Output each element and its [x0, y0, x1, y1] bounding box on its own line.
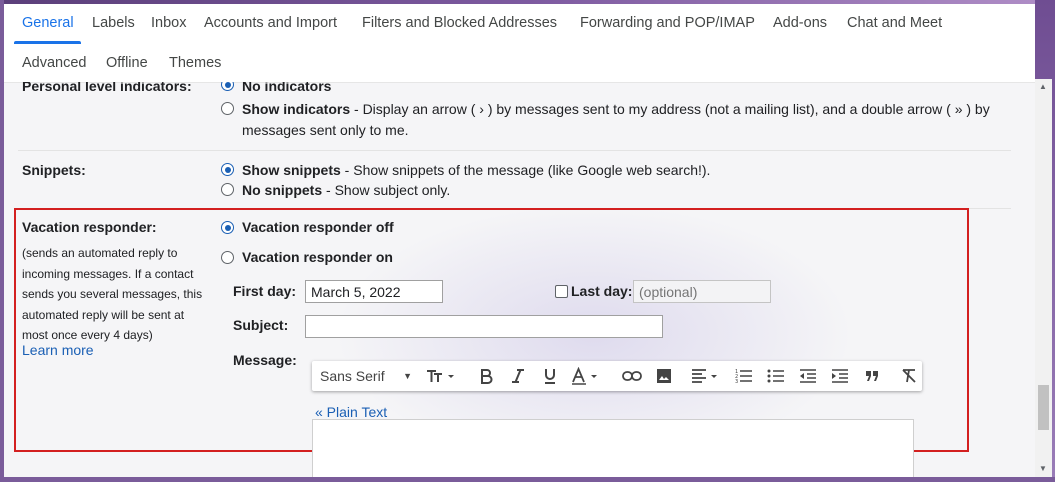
insert-image-button[interactable] [650, 361, 678, 391]
subject-label: Subject: [233, 317, 289, 333]
indent-more-button[interactable] [826, 361, 854, 391]
show-indicators-desc: - Display an arrow ( › ) by messages sen… [350, 101, 990, 117]
snippets-label: Snippets: [22, 162, 86, 178]
font-size-select[interactable] [422, 361, 460, 391]
underline-icon [545, 369, 555, 384]
settings-panel: General Labels Inbox Accounts and Import… [4, 4, 1035, 477]
message-label: Message: [233, 352, 297, 368]
underline-button[interactable] [536, 361, 564, 391]
no-indicators-label: No indicators [242, 82, 332, 94]
plain-text-link[interactable]: « Plain Text [315, 404, 387, 420]
tab-inbox[interactable]: Inbox [151, 15, 186, 31]
text-color-icon [572, 367, 597, 385]
font-family-select[interactable]: Sans Serif ▼ [316, 361, 418, 391]
tab-filters-and-blocked-addresses[interactable]: Filters and Blocked Addresses [362, 15, 557, 31]
show-indicators-desc-continued: messages sent only to me. [242, 122, 409, 138]
tab-general[interactable]: General [22, 15, 74, 31]
vacation-description-line: automated reply will be sent at [22, 307, 185, 322]
bulleted-list-button[interactable] [762, 361, 790, 391]
indent-less-icon [800, 369, 816, 383]
show-snippets-desc: - Show snippets of the message (like Goo… [340, 162, 711, 178]
message-editor[interactable] [312, 419, 914, 477]
numbered-list-button[interactable]: 123 [730, 361, 758, 391]
show-snippets-title: Show snippets [242, 162, 341, 178]
last-day-checkbox[interactable] [555, 285, 568, 298]
first-day-label: First day: [233, 283, 297, 299]
bold-button[interactable] [472, 361, 500, 391]
radio-show-indicators[interactable] [221, 102, 234, 115]
insert-link-button[interactable] [618, 361, 646, 391]
tab-themes[interactable]: Themes [169, 55, 221, 71]
tab-advanced[interactable]: Advanced [22, 55, 87, 71]
quote-button[interactable] [858, 361, 886, 391]
indent-more-icon [832, 369, 848, 383]
scroll-up-icon[interactable]: ▲ [1038, 82, 1048, 92]
tab-chat-and-meet[interactable]: Chat and Meet [847, 15, 942, 31]
align-left-icon [692, 369, 717, 383]
tab-forwarding-and-pop-imap[interactable]: Forwarding and POP/IMAP [580, 15, 755, 31]
dropdown-arrow-icon: ▼ [403, 371, 412, 381]
image-icon [657, 369, 671, 383]
learn-more-link[interactable]: Learn more [22, 342, 94, 358]
personal-level-label: Personal level indicators: [22, 82, 192, 94]
italic-icon [512, 369, 524, 383]
tab-add-ons[interactable]: Add-ons [773, 15, 827, 31]
vacation-description-line: incoming messages. If a contact [22, 266, 194, 281]
text-color-button[interactable] [568, 361, 604, 391]
indent-less-button[interactable] [794, 361, 822, 391]
bold-icon [481, 369, 493, 384]
tab-labels[interactable]: Labels [92, 15, 135, 31]
vacation-off-label: Vacation responder off [242, 219, 394, 235]
scrollbar-thumb[interactable] [1038, 385, 1049, 430]
no-snippets-text: No snippets - Show subject only. [242, 182, 450, 198]
formatting-toolbar: Sans Serif ▼ 123 [312, 361, 922, 391]
window-background-bottom [0, 477, 1055, 482]
section-divider [18, 150, 1011, 151]
last-day-input[interactable] [633, 280, 771, 303]
tab-accounts-and-import[interactable]: Accounts and Import [204, 15, 337, 31]
bulleted-list-icon [767, 369, 784, 383]
clear-formatting-icon [902, 369, 916, 383]
quote-icon [866, 371, 878, 381]
vacation-on-label: Vacation responder on [242, 249, 393, 265]
show-indicators-title: Show indicators [242, 101, 351, 117]
font-family-value: Sans Serif [320, 368, 385, 384]
no-snippets-title: No snippets [242, 182, 323, 198]
remove-formatting-button[interactable] [896, 361, 922, 391]
vacation-description-line: sends you several messages, this [22, 287, 203, 301]
radio-vacation-on[interactable] [221, 251, 234, 264]
svg-text:3: 3 [735, 379, 738, 384]
radio-no-indicators[interactable] [221, 82, 234, 91]
no-snippets-desc: - Show subject only. [322, 182, 451, 198]
show-snippets-text: Show snippets - Show snippets of the mes… [242, 162, 710, 178]
first-day-input[interactable] [305, 280, 443, 303]
active-tab-indicator [14, 41, 81, 44]
vacation-responder-description: (sends an automated reply to incoming me… [22, 243, 222, 346]
radio-vacation-off[interactable] [221, 221, 234, 234]
tab-offline[interactable]: Offline [106, 55, 148, 71]
radio-show-snippets[interactable] [221, 163, 234, 176]
vacation-description-line: (sends an automated reply to [22, 246, 178, 260]
text-size-icon [427, 370, 454, 382]
last-day-label: Last day: [571, 283, 633, 299]
show-indicators-text: Show indicators - Display an arrow ( › )… [242, 101, 990, 117]
vacation-responder-label: Vacation responder: [22, 219, 157, 235]
settings-tabs: General Labels Inbox Accounts and Import… [4, 4, 1035, 83]
subject-input[interactable] [305, 315, 663, 338]
numbered-list-icon: 123 [735, 369, 752, 384]
scroll-down-icon[interactable]: ▼ [1038, 464, 1048, 474]
link-icon [622, 371, 642, 381]
radio-no-snippets[interactable] [221, 183, 234, 196]
italic-button[interactable] [504, 361, 532, 391]
align-button[interactable] [688, 361, 724, 391]
